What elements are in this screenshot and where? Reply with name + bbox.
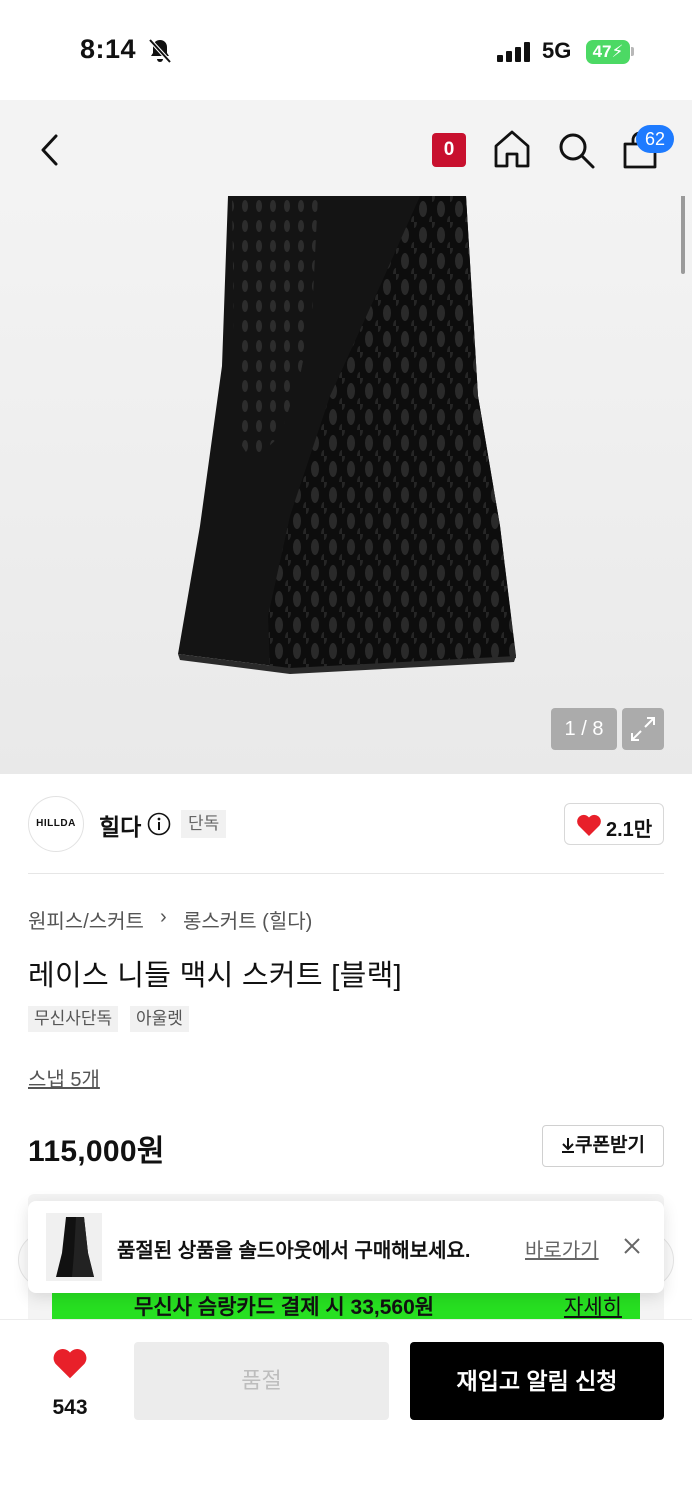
- exclusive-tag: 단독: [181, 810, 227, 838]
- breadcrumb-subcategory[interactable]: 롱스커트 (힐다): [183, 905, 312, 934]
- cart-count-badge: 62: [636, 125, 674, 153]
- network-label: 5G: [542, 38, 572, 63]
- coupon-label: 쿠폰받기: [575, 1135, 645, 1156]
- product-price: 115,000원: [28, 1135, 165, 1168]
- product-tag: 아울렛: [130, 1006, 189, 1032]
- restock-alert-button[interactable]: 재입고 알림 신청: [410, 1342, 664, 1420]
- brand-name[interactable]: 힐다: [99, 808, 141, 842]
- brand-like-count: 2.1만: [606, 819, 653, 841]
- toast-thumbnail: [46, 1213, 102, 1281]
- product-tag: 무신사단독: [28, 1006, 119, 1032]
- app-header: 0 62: [0, 100, 692, 196]
- toast-message: 품절된 상품을 솔드아웃에서 구매해보세요.: [117, 1240, 471, 1262]
- battery-icon: 47⚡: [586, 40, 630, 64]
- wish-button[interactable]: 543: [30, 1346, 110, 1426]
- product-image-gallery[interactable]: 1 / 8: [0, 196, 692, 774]
- breadcrumb-category[interactable]: 원피스/스커트: [28, 905, 144, 934]
- status-bar: 8:14 5G 47⚡: [0, 0, 692, 100]
- product-title: 레이스 니들 맥시 스커트 [블랙]: [28, 960, 402, 992]
- heart-icon: [577, 814, 601, 836]
- card-benefit-banner[interactable]: 무신사 슴랑카드 결제 시 33,560원 자세히: [52, 1293, 640, 1319]
- bell-slash-icon: [148, 38, 172, 64]
- product-image: [178, 196, 516, 674]
- snap-link[interactable]: 스냅 5개: [28, 1063, 100, 1092]
- brand-like-button[interactable]: 2.1만: [564, 803, 664, 845]
- toast-go-link[interactable]: 바로가기: [525, 1234, 599, 1263]
- card-benefit-link[interactable]: 자세히: [564, 1293, 622, 1319]
- info-icon[interactable]: [147, 812, 171, 836]
- soldout-button[interactable]: 품절: [134, 1342, 389, 1420]
- wish-count: 543: [52, 1396, 88, 1419]
- divider: [28, 873, 664, 874]
- search-icon[interactable]: [556, 130, 596, 170]
- expand-icon: [631, 717, 655, 741]
- musinsa-badge[interactable]: 0: [432, 133, 466, 167]
- download-icon: [562, 1138, 575, 1153]
- skirt-thumbnail-image: [56, 1217, 94, 1277]
- brand-logo[interactable]: HILLDA: [28, 796, 84, 852]
- battery-level: 47: [592, 42, 612, 61]
- battery-tip: [631, 47, 634, 56]
- card-benefit-text: 무신사 슴랑카드 결제 시 33,560원: [134, 1296, 435, 1319]
- close-icon[interactable]: [622, 1236, 642, 1256]
- heart-icon: [53, 1349, 87, 1379]
- bottom-action-bar: 543 품절 재입고 알림 신청: [0, 1319, 692, 1500]
- status-time: 8:14: [80, 34, 137, 64]
- scroll-indicator: [681, 196, 685, 274]
- image-page-indicator: 1 / 8: [551, 708, 617, 750]
- coupon-button[interactable]: 쿠폰받기: [542, 1125, 664, 1167]
- back-icon[interactable]: [34, 130, 68, 170]
- expand-button[interactable]: [622, 708, 664, 750]
- soldout-toast: 품절된 상품을 솔드아웃에서 구매해보세요. 바로가기: [28, 1201, 664, 1293]
- home-icon[interactable]: [492, 128, 532, 170]
- breadcrumb-separator: ›: [160, 906, 167, 928]
- signal-icon: [497, 42, 530, 62]
